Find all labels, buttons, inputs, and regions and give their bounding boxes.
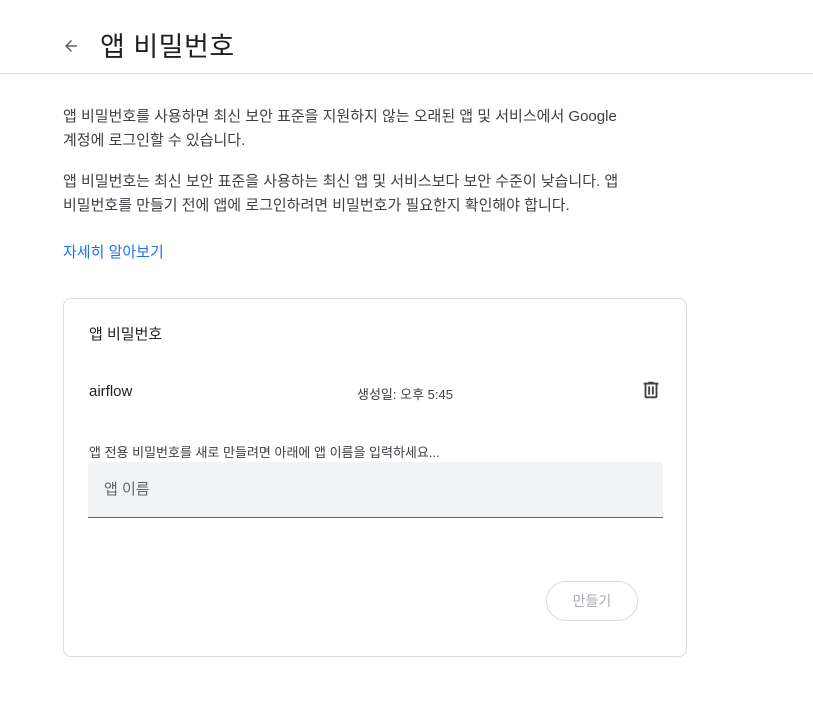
- app-name-input[interactable]: [88, 462, 663, 517]
- page-header: 앱 비밀번호: [0, 0, 813, 74]
- card-title: 앱 비밀번호: [89, 326, 163, 343]
- app-name-field: [88, 462, 663, 518]
- learn-more-link[interactable]: 자세히 알아보기: [63, 241, 164, 262]
- trash-icon: [643, 381, 659, 399]
- page-title: 앱 비밀번호: [100, 32, 235, 62]
- delete-password-button[interactable]: [638, 377, 664, 403]
- create-button[interactable]: 만들기: [546, 581, 638, 621]
- password-created-date: 생성일: 오후 5:45: [357, 387, 453, 402]
- intro-paragraph-1: 앱 비밀번호를 사용하면 최신 보안 표준을 지원하지 않는 오래된 앱 및 서…: [63, 108, 617, 149]
- app-passwords-card: 앱 비밀번호 airflow 생성일: 오후 5:45 앱 전용 비밀번호를 새…: [63, 298, 687, 657]
- back-button[interactable]: [58, 33, 84, 59]
- arrow-left-icon: [65, 40, 77, 52]
- password-name: airflow: [89, 383, 133, 400]
- intro-paragraph-2: 앱 비밀번호는 최신 보안 표준을 사용하는 최신 앱 및 서비스보다 보안 수…: [63, 173, 619, 214]
- new-password-hint: 앱 전용 비밀번호를 새로 만들려면 아래에 앱 이름을 입력하세요...: [89, 445, 440, 460]
